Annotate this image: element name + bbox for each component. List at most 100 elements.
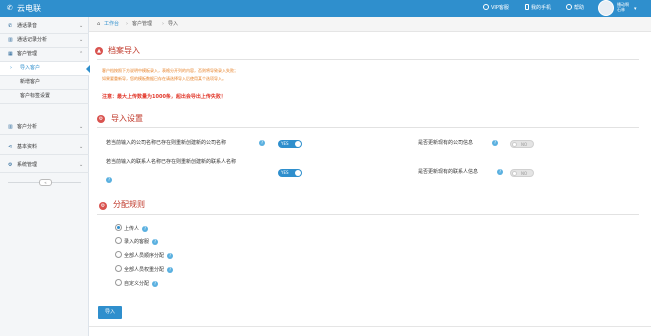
radio-button[interactable]	[115, 224, 122, 231]
import-button[interactable]: 导入	[98, 306, 122, 319]
mobile-icon	[525, 4, 529, 10]
sidebar-item-label: 客户标签设置	[20, 93, 51, 99]
assign-option-custom[interactable]: 自定义分配?	[115, 279, 159, 288]
help-icon	[566, 4, 572, 10]
toggle-label: NO	[521, 171, 528, 176]
sidebar-item-label: 系统管理	[17, 162, 38, 168]
sidebar-item-customer-analysis[interactable]: ▥ 客户分析 ⌄	[0, 121, 89, 135]
setting-contact-update-label: 是否更新现有的联系人信息	[418, 169, 479, 175]
sidebar-item-new-customer[interactable]: 新增客户	[0, 76, 89, 90]
breadcrumb-section[interactable]: 客户管理	[132, 17, 152, 32]
radio-button[interactable]	[115, 265, 122, 272]
assign-option-label: 全部人员顺序分配	[124, 253, 165, 259]
divider	[97, 214, 639, 215]
sidebar-item-call-recording[interactable]: ✆ 通话录音 ⌄	[0, 20, 89, 34]
phone-icon: ✆	[7, 4, 13, 12]
divider	[89, 326, 651, 327]
chevron-down-icon: ⌄	[79, 37, 84, 43]
breadcrumb-home[interactable]: 工作台	[104, 17, 119, 32]
sidebar-item-label: 新增客户	[20, 79, 41, 85]
chart-icon: ▥	[8, 124, 13, 130]
info-icon[interactable]: ?	[152, 239, 159, 245]
user-menu-chevron-icon[interactable]: ▾	[634, 6, 637, 12]
info-icon[interactable]: ?	[497, 169, 503, 175]
vip-service-link[interactable]: VIP客服	[483, 4, 509, 13]
sidebar-item-customer-tags[interactable]: 客户标签设置	[0, 90, 89, 104]
radio-button[interactable]	[115, 251, 122, 258]
sidebar-item-label: 客户分析	[17, 124, 38, 130]
breadcrumb-current: 导入	[168, 21, 179, 27]
gear-icon: ⚙	[99, 202, 107, 210]
info-icon[interactable]: ?	[492, 140, 498, 146]
import-note-line1: 客户档按照下方说明中模板录入，表格分开列的内容，否则将导致录入失败；	[102, 68, 238, 73]
home-icon: ⌂	[97, 21, 101, 27]
toggle-label: YES	[281, 141, 289, 146]
my-mobile-link[interactable]: 我的手机	[525, 4, 551, 13]
sidebar: ✆ 通话录音 ⌄ ▥ 通话记录分析 ⌄ ▦ 客户管理 ⌃ › 导入客户 新增客户…	[0, 17, 90, 336]
chevron-down-icon: ⌄	[79, 124, 84, 130]
info-icon[interactable]: ?	[259, 140, 265, 146]
info-icon[interactable]: ?	[142, 226, 149, 232]
user-name[interactable]: 播动啊 石林	[617, 2, 629, 12]
my-mobile-label: 我的手机	[531, 5, 552, 11]
sidebar-item-label: 基本资料	[17, 144, 38, 150]
assign-option-sequential[interactable]: 全部人员顺序分配?	[115, 251, 174, 260]
contact-update-toggle[interactable]: NO	[510, 169, 534, 177]
breadcrumb-separator: ›	[126, 21, 128, 27]
sidebar-item-label: 客户管理	[17, 51, 38, 57]
assign-option-label: 自定义分配	[124, 281, 150, 287]
setting-company-update-label: 是否更新现有的公司信息	[418, 140, 474, 146]
radio-button[interactable]	[115, 279, 122, 286]
user-name-line2: 石林	[617, 7, 625, 12]
breadcrumb-separator: ›	[162, 21, 164, 27]
import-warning: 注意：最大上传数量为1000条，超出会导出上传失败！	[102, 94, 226, 100]
sidebar-item-system-management[interactable]: ⚙ 系统管理 ⌄	[0, 159, 89, 173]
sidebar-item-label: 通话记录分析	[17, 37, 48, 43]
upload-icon: ▲	[95, 47, 103, 55]
sidebar-item-basic-info[interactable]: ⋖ 基本资料 ⌄	[0, 141, 89, 155]
chevron-down-icon: ⌄	[79, 23, 84, 29]
toggle-knob	[512, 171, 517, 176]
company-update-toggle[interactable]: NO	[510, 140, 534, 148]
divider	[97, 127, 639, 128]
help-link[interactable]: 帮助	[566, 4, 584, 13]
assign-option-label: 录入的客服	[124, 239, 150, 245]
setting-company-create-label: 若当前输入的公司名称已存在则重新创建新的公司名称	[106, 140, 227, 146]
breadcrumb: ⌂ 工作台 › 客户管理 › 导入	[89, 17, 651, 32]
toggle-knob	[295, 141, 301, 147]
import-note-line2: 如果要重新导，您的模板数据已存在请选择导入后使用某个选项导入。	[102, 76, 226, 81]
section-title-settings: 导入设置	[111, 114, 143, 123]
section-title-import: 档案导入	[108, 46, 140, 55]
info-icon[interactable]: ?	[106, 177, 112, 183]
headset-icon	[483, 4, 489, 10]
phone-icon: ✆	[8, 23, 13, 29]
assign-option-uploader[interactable]: 上传人?	[115, 224, 149, 233]
info-icon[interactable]: ?	[167, 267, 174, 273]
toggle-label: NO	[521, 142, 528, 147]
sidebar-item-call-analysis[interactable]: ▥ 通话记录分析 ⌄	[0, 34, 89, 48]
people-icon: ▦	[8, 51, 13, 57]
radio-button[interactable]	[115, 237, 122, 244]
sidebar-item-label: 导入客户	[20, 65, 41, 71]
assign-option-label: 上传人	[124, 226, 140, 232]
sidebar-item-import-customer[interactable]: › 导入客户	[0, 62, 90, 76]
toggle-knob	[295, 170, 301, 176]
contact-create-toggle[interactable]: YES	[278, 169, 302, 177]
chevron-down-icon: ⌄	[79, 144, 84, 150]
chevron-up-icon: ⌃	[79, 51, 84, 57]
double-chevron-left-icon[interactable]: «	[39, 179, 52, 186]
chevron-down-icon: ⌄	[79, 162, 84, 168]
assign-option-weighted[interactable]: 全部人员权重分配?	[115, 265, 174, 274]
chevron-right-icon: ›	[10, 65, 12, 71]
section-title-assign: 分配规则	[113, 200, 145, 209]
info-icon[interactable]: ?	[152, 281, 159, 287]
sidebar-item-label: 通话录音	[17, 23, 38, 29]
assign-option-entry-agent[interactable]: 录入的客服?	[115, 237, 159, 246]
company-create-toggle[interactable]: YES	[278, 140, 302, 148]
avatar[interactable]	[598, 0, 614, 16]
sidebar-item-customer-management[interactable]: ▦ 客户管理 ⌃	[0, 48, 89, 62]
setting-contact-create-label: 若当前输入的联系人名称已存在则重新创建新的联系人名称	[106, 159, 237, 165]
chart-icon: ▥	[8, 37, 13, 43]
assign-option-label: 全部人员权重分配	[124, 267, 165, 273]
info-icon[interactable]: ?	[167, 253, 174, 259]
